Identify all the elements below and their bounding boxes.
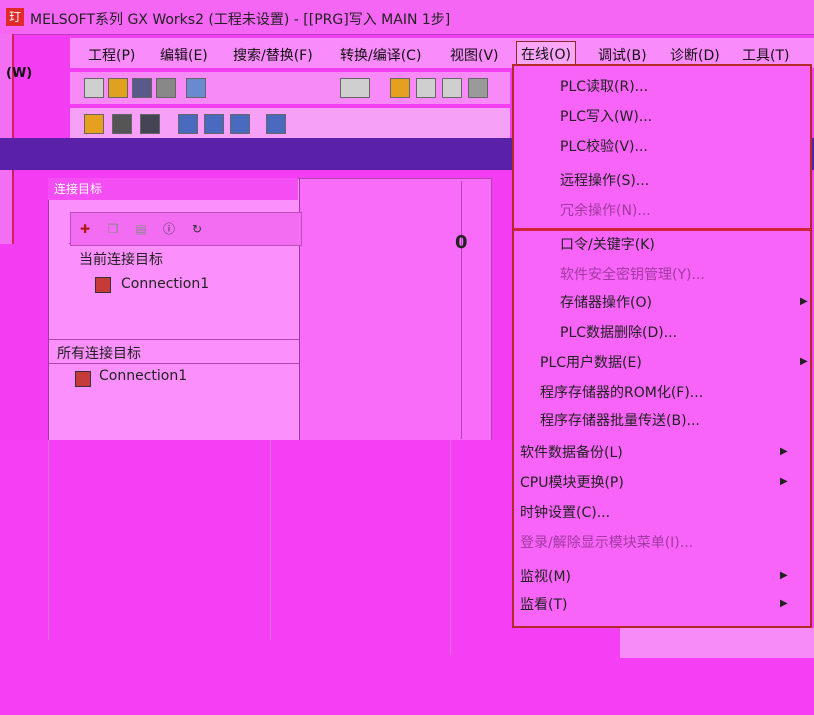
window-title: MELSOFT系列 GX Works2 (工程未设置) - [[PRG]写入 M… bbox=[30, 12, 451, 28]
menu-project[interactable]: 工程(P) bbox=[88, 45, 135, 65]
undo-icon[interactable] bbox=[468, 78, 488, 98]
cut-icon[interactable] bbox=[390, 78, 410, 98]
connection-icon bbox=[95, 277, 111, 293]
menu-diagnostics[interactable]: 诊断(D) bbox=[670, 45, 720, 65]
open-folder-icon[interactable] bbox=[108, 78, 128, 98]
menu-debug[interactable]: 调试(B) bbox=[598, 45, 647, 65]
menu-clock-setting[interactable]: 时钟设置(C)... bbox=[520, 502, 610, 522]
program-editor[interactable] bbox=[290, 178, 492, 442]
device-monitor-icon[interactable] bbox=[230, 114, 250, 134]
menu-separator bbox=[514, 228, 810, 231]
grid-line bbox=[48, 440, 49, 640]
submenu-arrow-icon: ▶ bbox=[780, 570, 788, 581]
ladder-bus bbox=[461, 181, 488, 439]
current-connection-label: 当前连接目标 bbox=[79, 252, 163, 268]
submenu-arrow-icon: ▶ bbox=[780, 598, 788, 609]
divider bbox=[49, 339, 299, 340]
grid-line bbox=[270, 440, 271, 640]
all-connections-label: 所有连接目标 bbox=[57, 346, 141, 362]
standard-toolbar bbox=[70, 72, 510, 104]
current-connection-item[interactable]: Connection1 bbox=[121, 276, 209, 292]
menu-password-keyword[interactable]: 口令/关键字(K) bbox=[560, 234, 655, 254]
menu-memory-operation[interactable]: 存储器操作(O) bbox=[560, 292, 652, 312]
device-batch-icon[interactable] bbox=[204, 114, 224, 134]
menu-security-key: 软件安全密钥管理(Y)... bbox=[560, 267, 705, 283]
menu-plc-user-data[interactable]: PLC用户数据(E) bbox=[540, 352, 642, 372]
ladder-icon[interactable] bbox=[112, 114, 132, 134]
all-connection-item[interactable]: Connection1 bbox=[99, 368, 187, 384]
help-icon[interactable] bbox=[186, 78, 206, 98]
submenu-arrow-icon: ▶ bbox=[800, 296, 808, 307]
paste-icon[interactable]: ▤ bbox=[133, 221, 149, 237]
new-file-icon[interactable] bbox=[84, 78, 104, 98]
submenu-arrow-icon: ▶ bbox=[780, 476, 788, 487]
left-strip-menu[interactable]: (W) bbox=[6, 66, 32, 81]
app-icon: 玎 bbox=[6, 8, 24, 26]
copy-icon[interactable]: ❐ bbox=[105, 221, 121, 237]
menu-find-replace[interactable]: 搜索/替换(F) bbox=[233, 45, 313, 65]
properties-icon[interactable]: ⓘ bbox=[161, 221, 177, 237]
menu-display-module: 登录/解除显示模块菜单(I)... bbox=[520, 535, 694, 551]
menu-redundant-operation: 冗余操作(N)... bbox=[560, 203, 651, 219]
divider bbox=[49, 363, 299, 364]
submenu-arrow-icon: ▶ bbox=[800, 356, 808, 367]
toolbar-dropdown[interactable] bbox=[340, 78, 370, 98]
step-number: 0 bbox=[455, 232, 468, 253]
new-connection-icon[interactable]: ✚ bbox=[77, 221, 93, 237]
menu-rom-conversion[interactable]: 程序存储器的ROM化(F)... bbox=[540, 382, 703, 402]
menu-convert-compile[interactable]: 转换/编译(C) bbox=[340, 45, 421, 65]
program-toolbar bbox=[70, 108, 510, 138]
save-icon[interactable] bbox=[132, 78, 152, 98]
menu-view[interactable]: 视图(V) bbox=[450, 45, 499, 65]
project-view-icon[interactable] bbox=[84, 114, 104, 134]
menu-watch[interactable]: 监看(T) bbox=[520, 594, 567, 614]
title-bar: 玎 MELSOFT系列 GX Works2 (工程未设置) - [[PRG]写入… bbox=[0, 0, 814, 35]
connection-panel-title: 连接目标 bbox=[48, 178, 298, 200]
menu-edit[interactable]: 编辑(E) bbox=[160, 45, 208, 65]
menu-batch-transfer[interactable]: 程序存储器批量传送(B)... bbox=[540, 410, 700, 430]
menu-plc-read[interactable]: PLC读取(R)... bbox=[560, 76, 648, 96]
refresh-icon[interactable]: ↻ bbox=[189, 221, 205, 237]
device-test-icon[interactable] bbox=[266, 114, 286, 134]
menu-remote-operation[interactable]: 远程操作(S)... bbox=[560, 170, 649, 190]
grid-line bbox=[450, 440, 451, 655]
paste-icon[interactable] bbox=[442, 78, 462, 98]
menu-plc-data-delete[interactable]: PLC数据删除(D)... bbox=[560, 322, 677, 342]
device-icon[interactable] bbox=[178, 114, 198, 134]
menu-plc-verify[interactable]: PLC校验(V)... bbox=[560, 136, 648, 156]
menu-monitor[interactable]: 监视(M) bbox=[520, 566, 571, 586]
menu-plc-write[interactable]: PLC写入(W)... bbox=[560, 106, 652, 126]
menu-data-backup[interactable]: 软件数据备份(L) bbox=[520, 442, 623, 462]
status-area bbox=[620, 628, 814, 658]
connection-panel-toolbar: ✚ ❐ ▤ ⓘ ↻ bbox=[70, 212, 302, 246]
print-icon[interactable] bbox=[156, 78, 176, 98]
menu-cpu-replace[interactable]: CPU模块更换(P) bbox=[520, 472, 624, 492]
menu-tools[interactable]: 工具(T) bbox=[742, 45, 789, 65]
list-icon[interactable] bbox=[140, 114, 160, 134]
connection-icon bbox=[75, 371, 91, 387]
submenu-arrow-icon: ▶ bbox=[780, 446, 788, 457]
copy-icon[interactable] bbox=[416, 78, 436, 98]
